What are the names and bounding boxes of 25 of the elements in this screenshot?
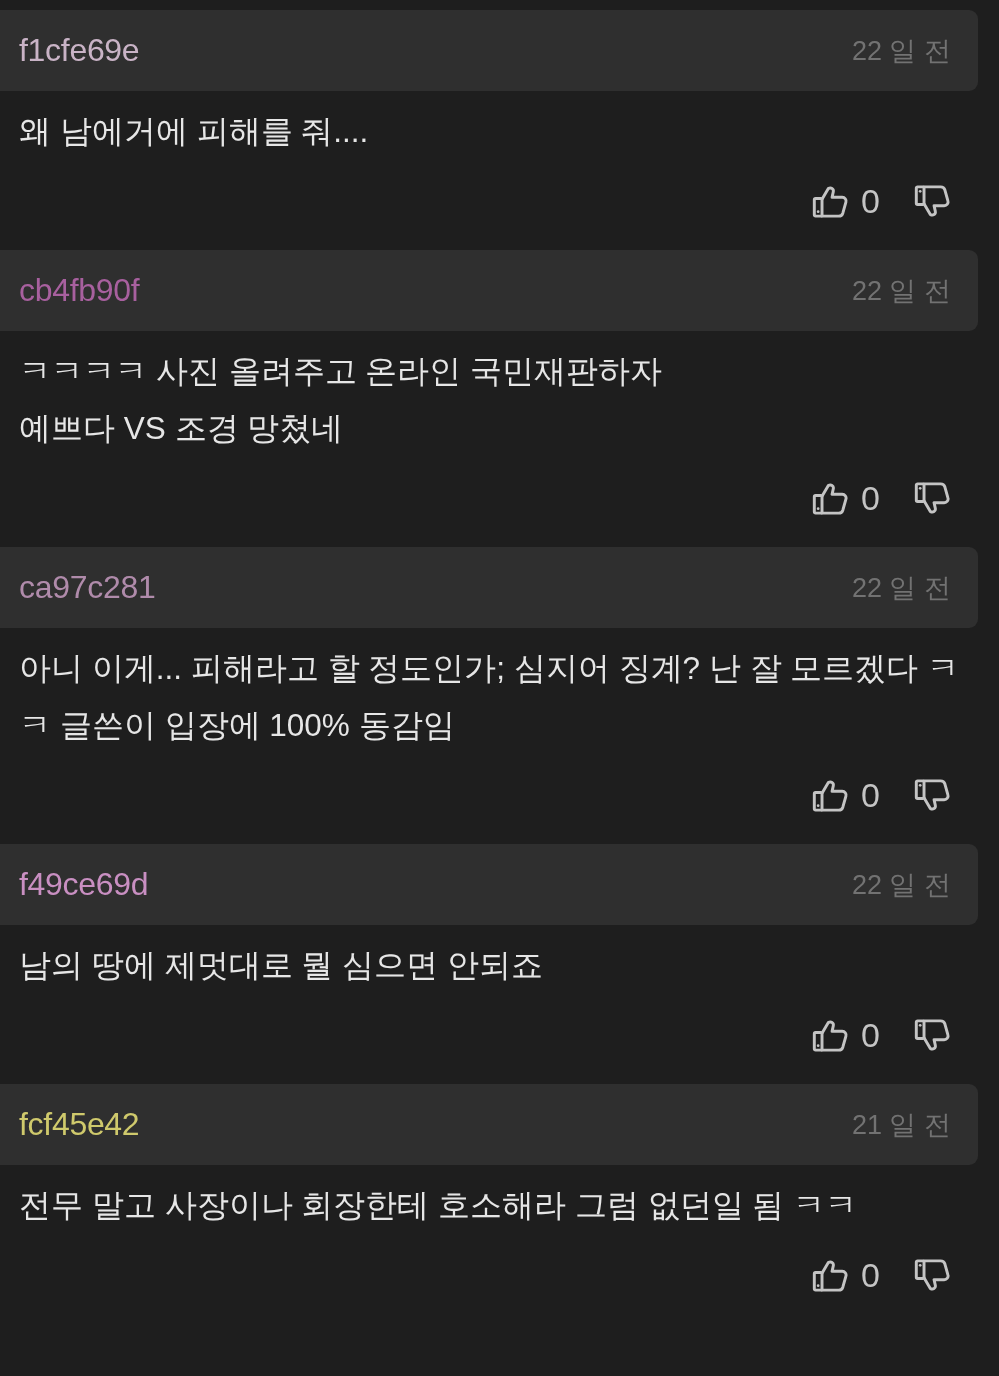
- like-count: 0: [861, 776, 880, 814]
- comment-author: f1cfe69e: [19, 32, 140, 69]
- comment-author: f49ce69d: [19, 866, 149, 903]
- comment-text: ㅋㅋㅋㅋ 사진 올려주고 온라인 국민재판하자 예쁘다 VS 조경 망쳤네: [19, 352, 663, 448]
- comment-author: cb4fb90f: [19, 272, 140, 309]
- like-count: 0: [861, 479, 880, 517]
- comment-time: 22 일 전: [851, 274, 951, 308]
- thumbs-down-icon[interactable]: [914, 1016, 951, 1054]
- comment-time: 22 일 전: [851, 571, 951, 605]
- thumbs-down-icon[interactable]: [914, 182, 951, 220]
- comment-time: 21 일 전: [851, 1108, 951, 1142]
- thumbs-down-icon[interactable]: [914, 479, 951, 517]
- comment-text: 전무 말고 사장이나 회장한테 호소해라 그럼 없던일 됨 ㅋㅋ: [19, 1186, 858, 1225]
- comment-text: 아니 이게... 피해라고 할 정도인가; 심지어 징계? 난 잘 모르겠다 ㅋㅋ 글쓴이 입장에 100% 동감임: [19, 649, 961, 745]
- comment-text: 왜 남에거에 피해를 줘....: [19, 112, 370, 151]
- like-count: 0: [861, 182, 880, 220]
- comment-time: 22 일 전: [851, 868, 951, 902]
- comment-author: fcf45e42: [19, 1106, 140, 1143]
- comment-text: 남의 땅에 제멋대로 뭘 심으면 안되죠: [19, 946, 544, 985]
- thumbs-down-icon[interactable]: [914, 776, 951, 814]
- like-count: 0: [861, 1016, 880, 1054]
- comment-author: ca97c281: [19, 569, 156, 606]
- comment-time: 22 일 전: [851, 34, 951, 68]
- like-count: 0: [861, 1256, 880, 1294]
- thumbs-down-icon[interactable]: [914, 1256, 951, 1294]
